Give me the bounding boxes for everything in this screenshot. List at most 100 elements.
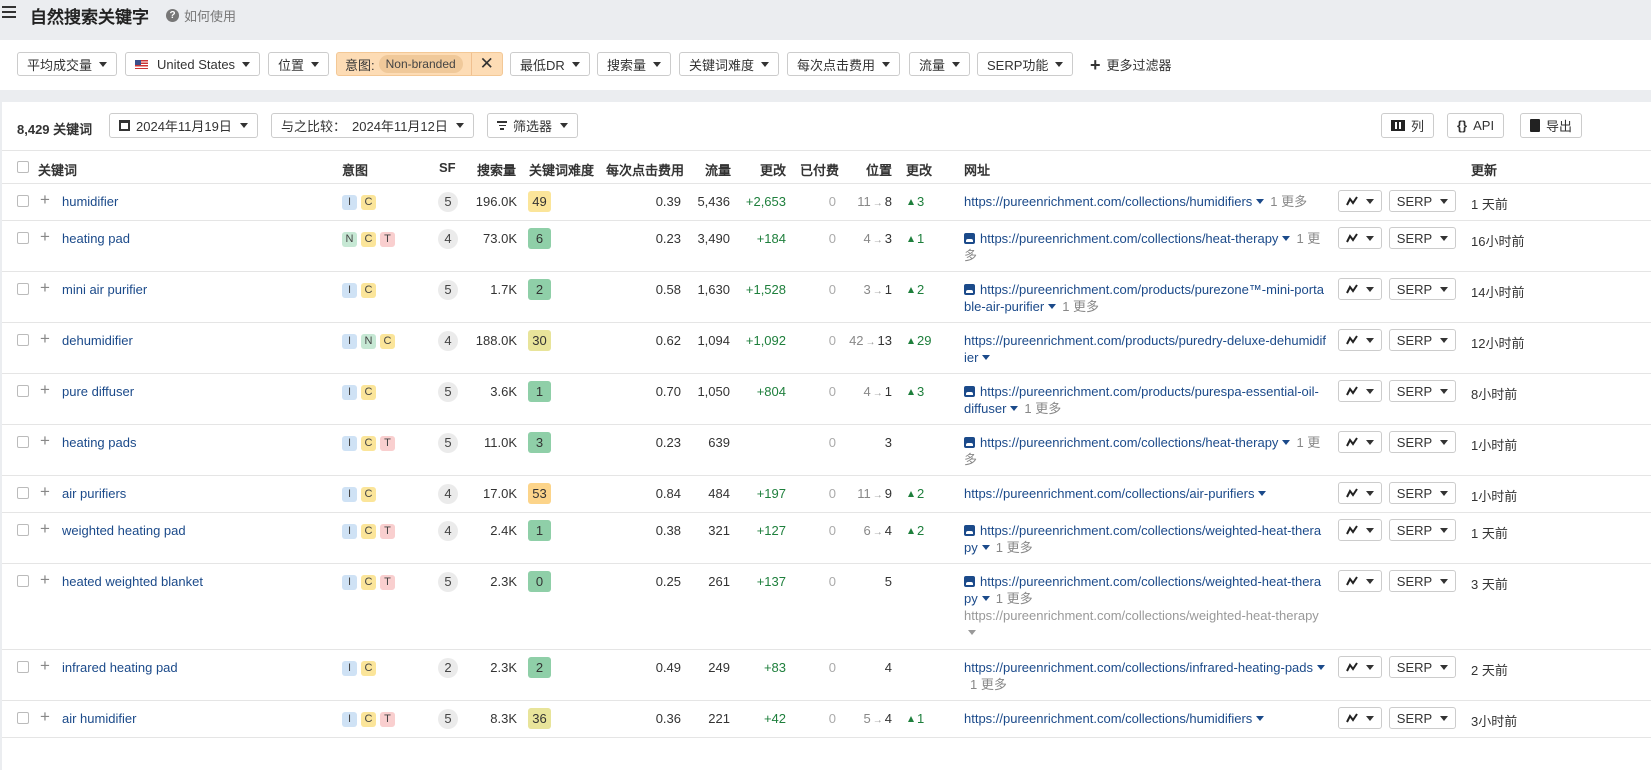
position-filter[interactable]: 位置 (268, 52, 330, 76)
traffic-filter[interactable]: 流量 (909, 52, 971, 76)
caret-down-icon[interactable] (1282, 440, 1291, 445)
url-link[interactable]: https://pureenrichment.com/products/pure… (964, 333, 1326, 365)
col-traffic[interactable]: 流量 (705, 160, 731, 179)
url-link[interactable]: https://pureenrichment.com/products/pure… (964, 384, 1319, 416)
menu-icon[interactable] (2, 6, 16, 20)
caret-down-icon[interactable] (1258, 491, 1267, 496)
chart-dropdown-button[interactable] (1338, 329, 1382, 351)
caret-down-icon[interactable] (982, 355, 991, 360)
chart-dropdown-button[interactable] (1338, 227, 1382, 249)
add-to-list-icon[interactable]: + (40, 519, 50, 539)
chart-dropdown-button[interactable] (1338, 190, 1382, 212)
col-intent[interactable]: 意图 (342, 160, 368, 179)
keyword-link[interactable]: mini air purifier (62, 282, 147, 297)
add-to-list-icon[interactable]: + (40, 482, 50, 502)
compare-date-picker[interactable]: 与之比较： 2024年11月12日 (271, 113, 474, 138)
row-checkbox[interactable] (17, 575, 29, 587)
add-to-list-icon[interactable]: + (40, 380, 50, 400)
col-cpc[interactable]: 每次点击费用 (606, 160, 684, 179)
keyword-link[interactable]: air purifiers (62, 486, 126, 501)
add-to-list-icon[interactable]: + (40, 570, 50, 590)
col-volume[interactable]: 搜索量 (477, 160, 516, 179)
chart-dropdown-button[interactable] (1338, 519, 1382, 541)
row-checkbox[interactable] (17, 487, 29, 499)
more-urls-link[interactable]: 1 更多 (1024, 401, 1061, 416)
col-updated[interactable]: 更新 (1471, 160, 1497, 179)
min-dr-filter[interactable]: 最低DR (510, 52, 590, 76)
keyword-link[interactable]: pure diffuser (62, 384, 134, 399)
serp-features-count[interactable]: 5 (438, 382, 458, 402)
caret-down-icon[interactable] (1048, 304, 1057, 309)
serp-features-count[interactable]: 5 (438, 572, 458, 592)
serp-features-count[interactable]: 4 (438, 229, 458, 249)
row-checkbox[interactable] (17, 195, 29, 207)
caret-down-icon[interactable] (981, 596, 990, 601)
secondary-url[interactable]: https://pureenrichment.com/collections/w… (964, 608, 1319, 623)
serp-features-count[interactable]: 4 (438, 331, 458, 351)
serp-dropdown-button[interactable]: SERP (1389, 190, 1456, 212)
serp-dropdown-button[interactable]: SERP (1389, 707, 1456, 729)
serp-dropdown-button[interactable]: SERP (1389, 431, 1456, 453)
caret-down-icon[interactable] (1317, 665, 1326, 670)
row-checkbox[interactable] (17, 661, 29, 673)
more-urls-link[interactable]: 1 更多 (996, 591, 1033, 606)
serp-features-count[interactable]: 5 (438, 192, 458, 212)
caret-down-icon[interactable] (1010, 406, 1019, 411)
more-filters-button[interactable]: + 更多过滤器 (1090, 55, 1172, 74)
serp-features-count[interactable]: 2 (438, 658, 458, 678)
serp-dropdown-button[interactable]: SERP (1389, 380, 1456, 402)
more-urls-link[interactable]: 1 更多 (970, 677, 1007, 692)
filter-button[interactable]: 筛选器 (487, 113, 579, 138)
row-checkbox[interactable] (17, 283, 29, 295)
more-urls-link[interactable]: 1 更多 (1062, 299, 1099, 314)
serp-features-count[interactable]: 4 (438, 521, 458, 541)
how-to-use-link[interactable]: ? 如何使用 (166, 6, 236, 25)
serp-dropdown-button[interactable]: SERP (1389, 570, 1456, 592)
kd-filter[interactable]: 关键词难度 (679, 52, 780, 76)
clear-intent-icon[interactable]: ✕ (470, 53, 502, 75)
avg-volume-filter[interactable]: 平均成交量 (17, 52, 118, 76)
col-kd[interactable]: 关键词难度 (529, 160, 594, 179)
serp-features-count[interactable]: 5 (438, 280, 458, 300)
caret-down-icon[interactable] (1256, 716, 1265, 721)
keyword-link[interactable]: dehumidifier (62, 333, 133, 348)
url-link[interactable]: https://pureenrichment.com/collections/h… (980, 231, 1278, 246)
keyword-link[interactable]: air humidifier (62, 711, 136, 726)
keyword-link[interactable]: heating pad (62, 231, 130, 246)
url-link[interactable]: https://pureenrichment.com/collections/h… (964, 711, 1252, 726)
volume-filter[interactable]: 搜索量 (597, 52, 672, 76)
keyword-link[interactable]: heated weighted blanket (62, 574, 203, 589)
add-to-list-icon[interactable]: + (40, 707, 50, 727)
caret-down-icon[interactable] (981, 545, 990, 550)
row-checkbox[interactable] (17, 334, 29, 346)
keyword-link[interactable]: humidifier (62, 194, 118, 209)
export-button[interactable]: 导出 (1520, 113, 1583, 138)
col-url[interactable]: 网址 (964, 160, 990, 179)
serp-dropdown-button[interactable]: SERP (1389, 278, 1456, 300)
url-link[interactable]: https://pureenrichment.com/collections/a… (964, 486, 1254, 501)
date-picker[interactable]: 2024年11月19日 (109, 113, 258, 138)
col-keyword[interactable]: 关键词 (38, 160, 77, 179)
more-urls-link[interactable]: 1 更多 (1270, 194, 1307, 209)
chart-dropdown-button[interactable] (1338, 707, 1382, 729)
serp-dropdown-button[interactable]: SERP (1389, 482, 1456, 504)
col-sf[interactable]: SF (439, 160, 456, 175)
add-to-list-icon[interactable]: + (40, 190, 50, 210)
intent-filter[interactable]: 意图: Non-branded ✕ (336, 52, 503, 76)
url-link[interactable]: https://pureenrichment.com/products/pure… (964, 282, 1324, 314)
row-checkbox[interactable] (17, 436, 29, 448)
caret-down-icon[interactable] (1282, 236, 1291, 241)
chart-dropdown-button[interactable] (1338, 380, 1382, 402)
chart-dropdown-button[interactable] (1338, 278, 1382, 300)
row-checkbox[interactable] (17, 712, 29, 724)
chart-dropdown-button[interactable] (1338, 431, 1382, 453)
row-checkbox[interactable] (17, 232, 29, 244)
url-link[interactable]: https://pureenrichment.com/collections/i… (964, 660, 1313, 675)
country-filter[interactable]: United States (125, 52, 261, 76)
caret-down-icon[interactable] (1256, 199, 1265, 204)
serp-dropdown-button[interactable]: SERP (1389, 329, 1456, 351)
chart-dropdown-button[interactable] (1338, 482, 1382, 504)
col-position[interactable]: 位置 (866, 160, 892, 179)
col-position-change[interactable]: 更改 (906, 160, 932, 179)
add-to-list-icon[interactable]: + (40, 227, 50, 247)
